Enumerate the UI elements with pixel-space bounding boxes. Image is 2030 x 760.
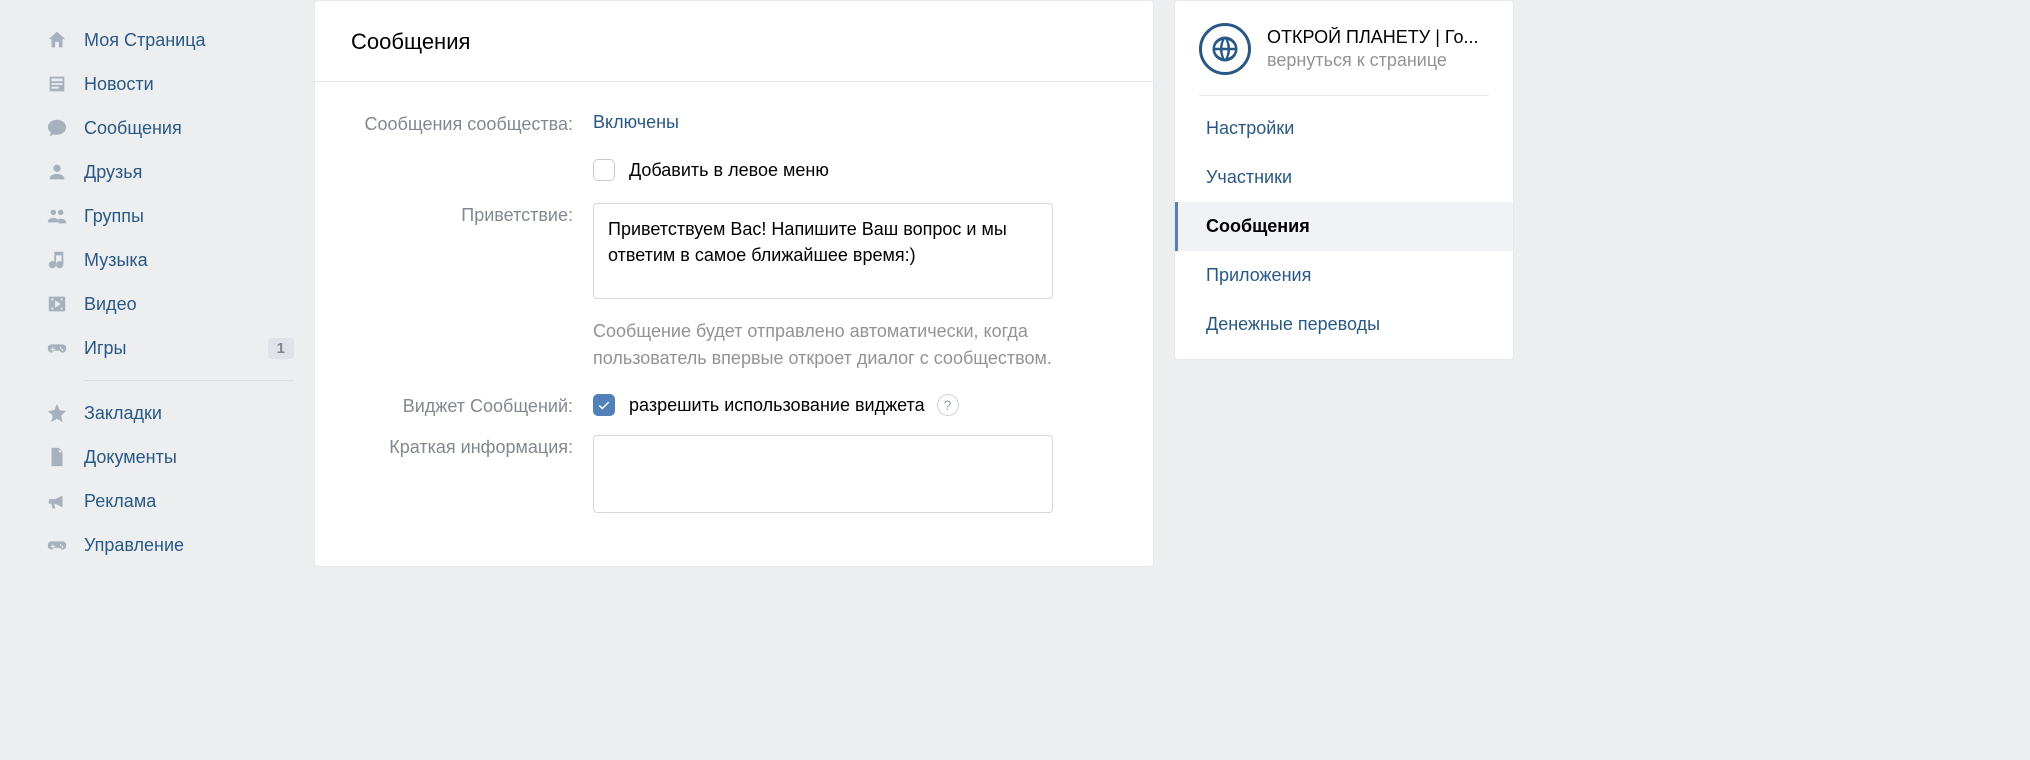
- row-greeting: Приветствие: Сообщение будет отправлено …: [351, 203, 1117, 372]
- globe-icon: [1199, 23, 1251, 75]
- nav-label: Группы: [84, 206, 294, 227]
- greeting-textarea[interactable]: [593, 203, 1053, 299]
- group-title: ОТКРОЙ ПЛАНЕТУ | Го...: [1267, 27, 1478, 48]
- settings-form: Сообщения сообщества: Включены Добавить …: [315, 82, 1153, 518]
- nav-label: Реклама: [84, 491, 294, 512]
- star-icon: [46, 402, 84, 424]
- right-menu-messages[interactable]: Сообщения: [1175, 202, 1513, 251]
- nav-badge: 1: [268, 338, 294, 359]
- help-icon[interactable]: ?: [937, 394, 959, 416]
- nav-friends[interactable]: Друзья: [40, 150, 300, 194]
- document-icon: [46, 446, 84, 468]
- news-icon: [46, 73, 84, 95]
- add-to-left-menu-checkbox[interactable]: [593, 159, 615, 181]
- music-icon: [46, 249, 84, 271]
- nav-ads[interactable]: Реклама: [40, 479, 300, 523]
- widget-allow-label: разрешить использование виджета: [629, 395, 925, 416]
- short-info-label: Краткая информация:: [351, 435, 593, 518]
- nav-games[interactable]: Игры 1: [40, 326, 300, 370]
- row-widget: Виджет Сообщений: разрешить использовани…: [351, 394, 1117, 417]
- nav-label: Музыка: [84, 250, 294, 271]
- community-messages-status[interactable]: Включены: [593, 112, 679, 132]
- nav-manage[interactable]: Управление: [40, 523, 300, 567]
- users-icon: [46, 205, 84, 227]
- nav-label: Моя Страница: [84, 30, 294, 51]
- right-menu-members[interactable]: Участники: [1175, 153, 1513, 202]
- main-panel: Сообщения Сообщения сообщества: Включены…: [314, 0, 1154, 567]
- nav-label: Закладки: [84, 403, 294, 424]
- nav-news[interactable]: Новости: [40, 62, 300, 106]
- home-icon: [46, 29, 84, 51]
- widget-label: Виджет Сообщений:: [351, 394, 593, 417]
- right-menu-payments[interactable]: Денежные переводы: [1175, 300, 1513, 349]
- nav-label: Документы: [84, 447, 294, 468]
- right-sidebar: ОТКРОЙ ПЛАНЕТУ | Го... вернуться к стран…: [1174, 0, 1514, 360]
- add-to-left-menu-label: Добавить в левое меню: [629, 160, 829, 181]
- left-sidebar: Моя Страница Новости Сообщения Друзья Гр…: [40, 0, 300, 567]
- greeting-hint: Сообщение будет отправлено автоматически…: [593, 318, 1053, 372]
- greeting-label: Приветствие:: [351, 203, 593, 372]
- megaphone-icon: [46, 490, 84, 512]
- gamepad-icon: [46, 534, 84, 556]
- gamepad-icon: [46, 337, 84, 359]
- right-menu: Настройки Участники Сообщения Приложения…: [1175, 96, 1513, 349]
- right-menu-apps[interactable]: Приложения: [1175, 251, 1513, 300]
- row-community-messages: Сообщения сообщества: Включены Добавить …: [351, 112, 1117, 181]
- nav-label: Управление: [84, 535, 294, 556]
- user-icon: [46, 161, 84, 183]
- nav-divider: [84, 380, 294, 381]
- nav-label: Друзья: [84, 162, 294, 183]
- add-to-left-menu-row: Добавить в левое меню: [593, 159, 1117, 181]
- nav-groups[interactable]: Группы: [40, 194, 300, 238]
- right-menu-settings[interactable]: Настройки: [1175, 104, 1513, 153]
- widget-allow-checkbox[interactable]: [593, 394, 615, 416]
- nav-label: Видео: [84, 294, 294, 315]
- chat-icon: [46, 117, 84, 139]
- nav-video[interactable]: Видео: [40, 282, 300, 326]
- short-info-textarea[interactable]: [593, 435, 1053, 513]
- group-subtitle: вернуться к странице: [1267, 50, 1478, 71]
- page-title: Сообщения: [315, 1, 1153, 82]
- group-header[interactable]: ОТКРОЙ ПЛАНЕТУ | Го... вернуться к стран…: [1175, 1, 1513, 95]
- nav-my-page[interactable]: Моя Страница: [40, 18, 300, 62]
- nav-music[interactable]: Музыка: [40, 238, 300, 282]
- nav-messages[interactable]: Сообщения: [40, 106, 300, 150]
- nav-bookmarks[interactable]: Закладки: [40, 391, 300, 435]
- nav-label: Сообщения: [84, 118, 294, 139]
- nav-label: Новости: [84, 74, 294, 95]
- nav-documents[interactable]: Документы: [40, 435, 300, 479]
- video-icon: [46, 293, 84, 315]
- community-messages-label: Сообщения сообщества:: [351, 112, 593, 181]
- nav-label: Игры: [84, 338, 268, 359]
- row-short-info: Краткая информация:: [351, 435, 1117, 518]
